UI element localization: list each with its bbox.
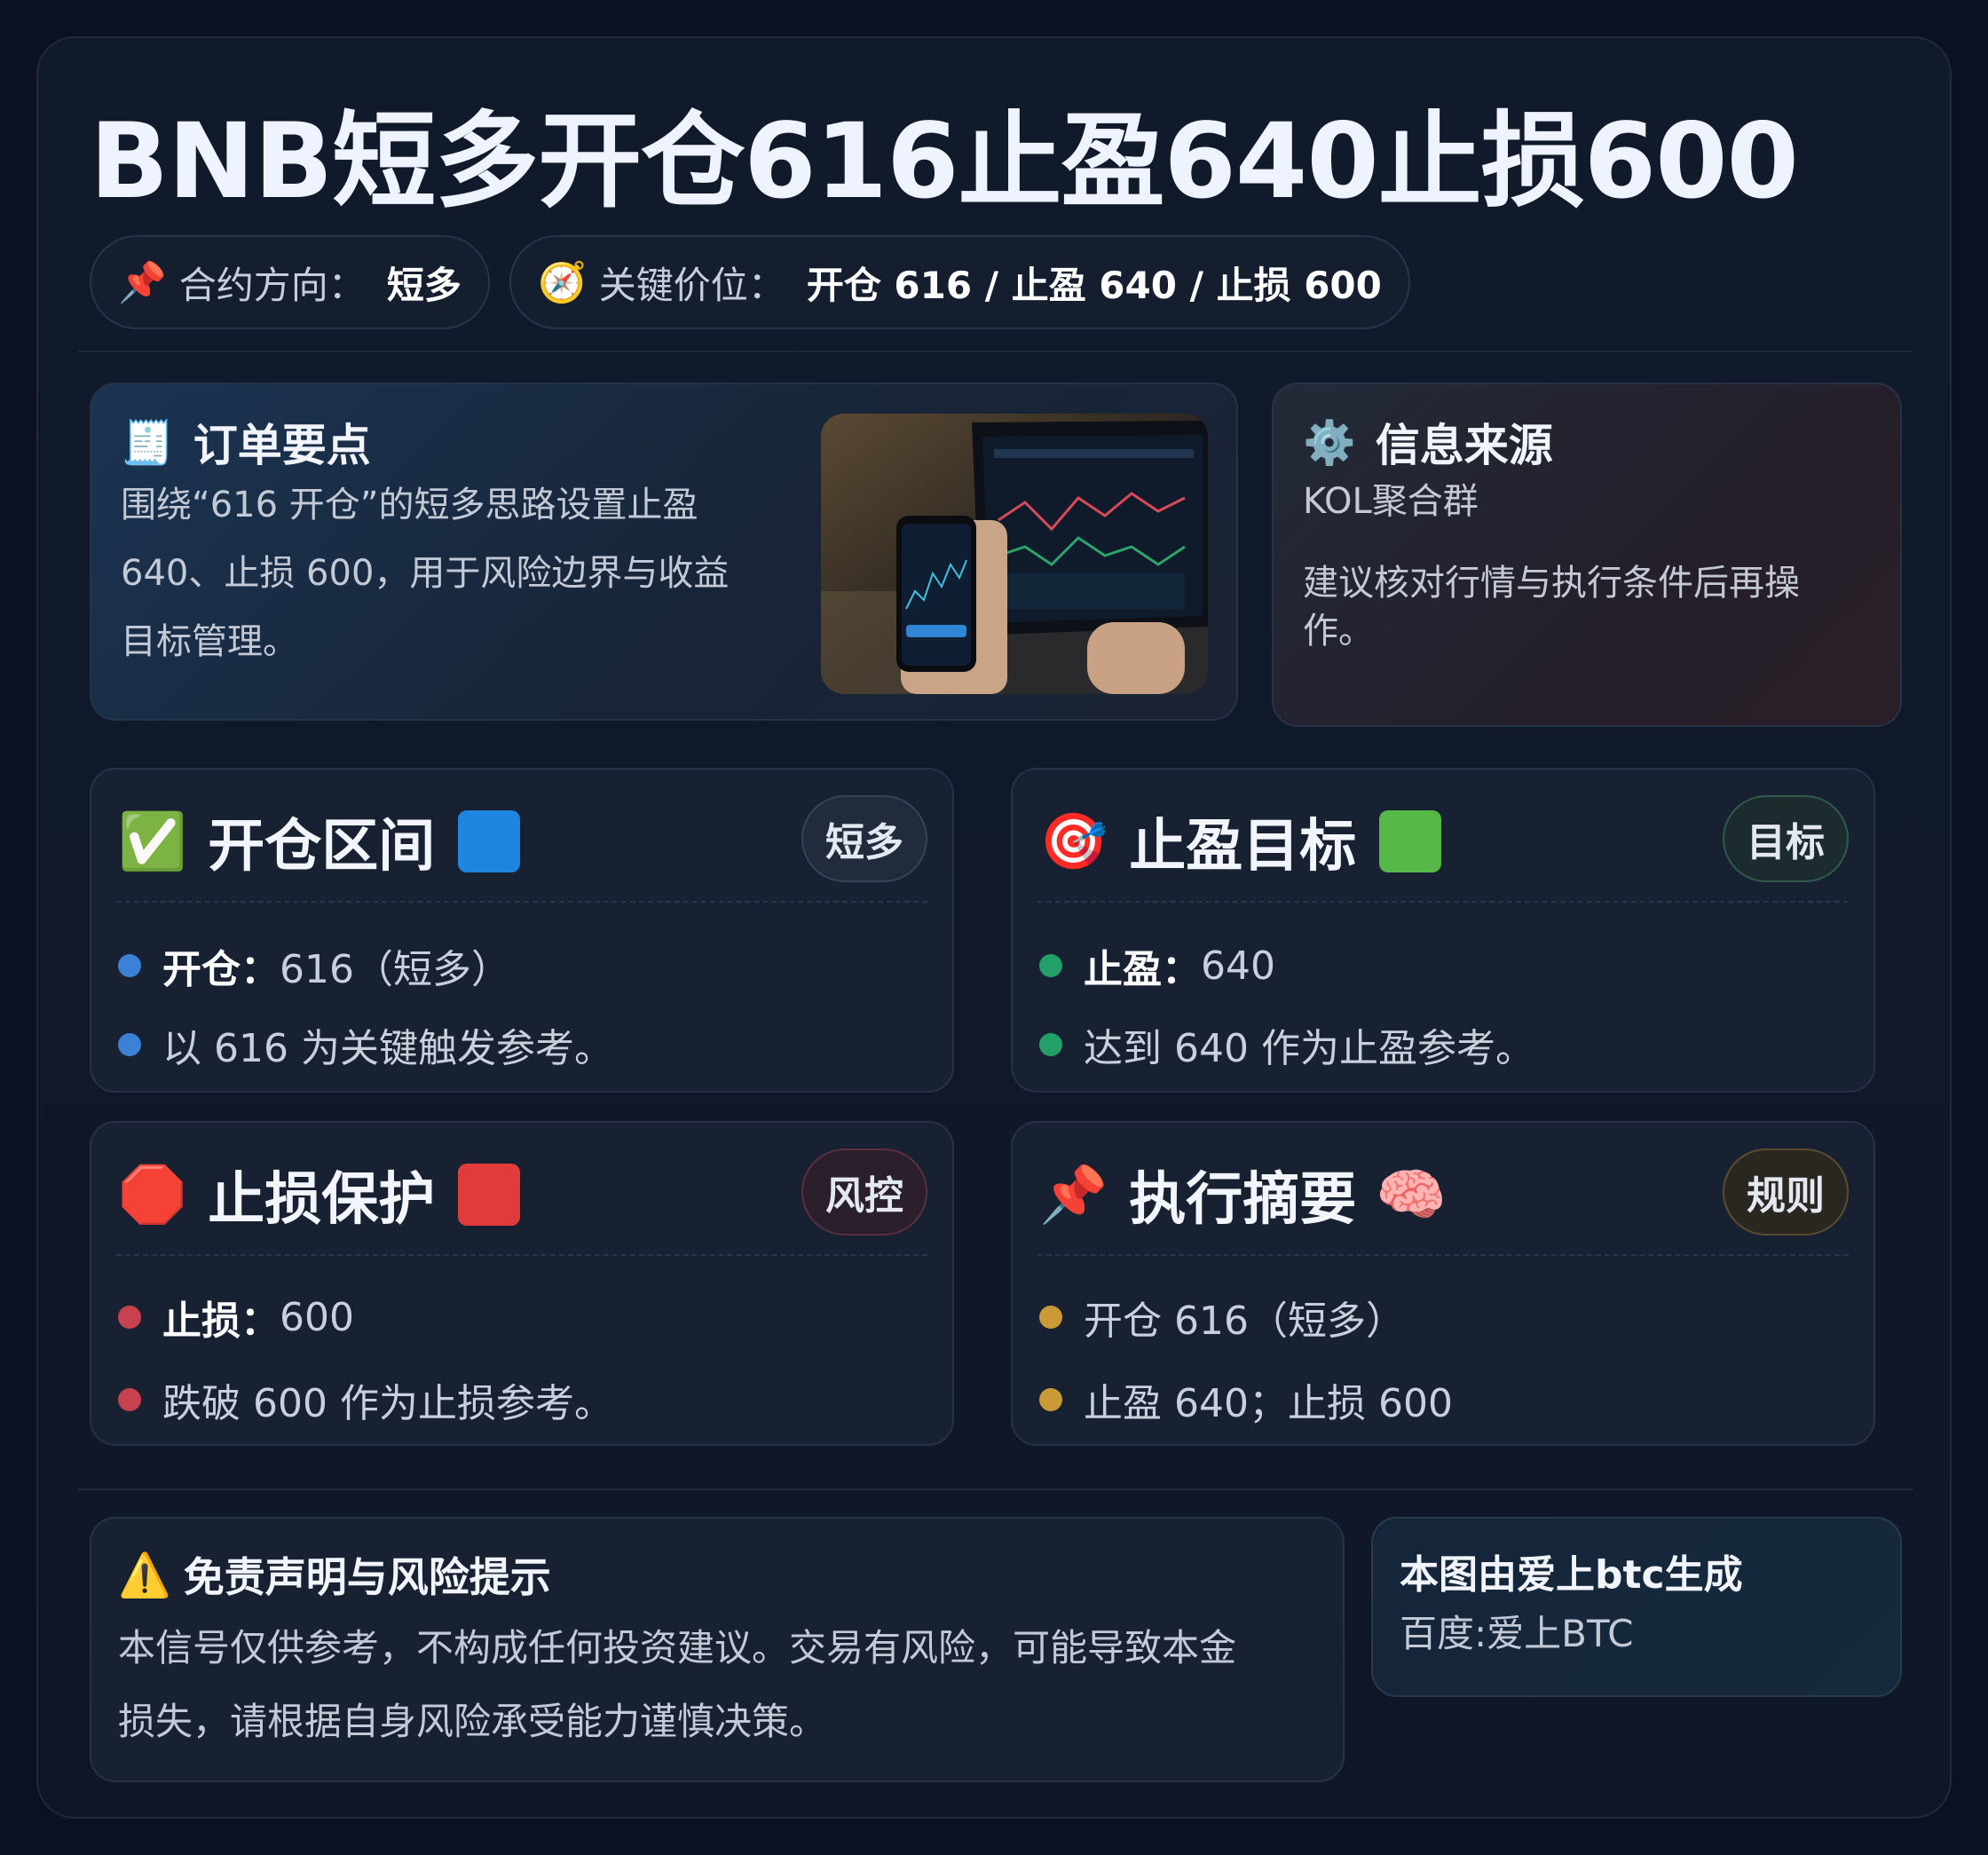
credit-subtitle: 百度:爱上BTC [1400,1612,1634,1655]
key-price-value: 开仓 616 / 止盈 640 / 止损 600 [806,263,1382,307]
divider-top [78,351,1913,352]
stop-loss-badge: 风控 [801,1149,927,1235]
entry-bullet: 开仓： 616（短多） [118,935,510,997]
stop-loss-title: 🛑 止损保护 [118,1155,521,1235]
source-note: 建议核对行情与执行条件后再操 作。 [1303,559,1871,655]
info-source-card: ⚙️ 信息来源 KOL聚合群 建议核对行情与执行条件后再操 作。 [1272,383,1902,727]
stop-loss-value: 600 [280,1294,354,1340]
bullet-dot [118,954,141,977]
take-profit-badge: 目标 [1723,795,1849,882]
execution-summary-badge: 规则 [1723,1149,1849,1235]
compass-icon: 🧭 [538,260,587,305]
source-note-line: 建议核对行情与执行条件后再操 [1303,563,1800,604]
take-profit-bullet: 止盈： 640 [1039,935,1275,997]
check-mark-icon: ✅ [118,809,187,873]
summary-bullet: 止盈 640；止损 600 [1039,1369,1453,1431]
disclaimer-text: 本信号仅供参考，不构成任何投资建议。交易有风险，可能导致本金 损失，请根据自身风… [118,1611,1325,1758]
gear-icon: ⚙️ [1303,417,1356,468]
order-summary-card: 🧾 订单要点 围绕“616 开仓”的短多思路设置止盈 640、止损 600，用于… [90,383,1238,721]
source-name: KOL聚合群 [1303,481,1479,522]
summary-targets: 止盈 640；止损 600 [1084,1381,1453,1426]
order-title: 🧾 订单要点 [121,411,371,473]
execution-summary-title-text: 执行摘要 [1129,1167,1357,1233]
divider [116,1254,927,1256]
trading-illustration [821,414,1208,694]
order-description: 围绕“616 开仓”的短多思路设置止盈 640、止损 600，用于风险边界与收益… [121,471,795,676]
credit-card: 本图由爱上btc生成 百度:爱上BTC [1371,1517,1902,1697]
execution-summary-title: 📌 执行摘要 🧠 [1039,1155,1447,1235]
entry-note: 以 616 为关键触发参考。 [162,1026,613,1071]
warning-icon: ⚠️ [118,1550,171,1600]
main-panel: BNB短多开仓616止盈640止损600 📌 合约方向： 短多 🧭 关键价位： … [36,36,1952,1819]
stop-loss-bullet: 止损： 600 [118,1286,354,1348]
entry-zone-card: ✅ 开仓区间 短多 开仓： 616（短多） 以 616 为关键触发参考。 [90,768,954,1093]
order-title-text: 订单要点 [193,420,371,471]
take-profit-bullet: 达到 640 作为止盈参考。 [1039,1014,1534,1076]
disclaimer-card: ⚠️ 免责声明与风险提示 本信号仅供参考，不构成任何投资建议。交易有风险，可能导… [90,1517,1345,1782]
key-price-pill: 🧭 关键价位： 开仓 616 / 止盈 640 / 止损 600 [509,235,1410,329]
stop-loss-card: 🛑 止损保护 风控 止损： 600 跌破 600 作为止损参考。 [90,1121,954,1446]
bullet-dot [118,1388,141,1411]
bullet-dot [118,1306,141,1329]
take-profit-label: 止盈： [1084,947,1201,992]
entry-zone-badge: 短多 [801,795,927,882]
disclaimer-title-text: 免责声明与风险提示 [183,1553,551,1601]
red-square-icon [458,1164,521,1226]
disclaimer-title: ⚠️ 免责声明与风险提示 [118,1543,551,1606]
disclaimer-line: 本信号仅供参考，不构成任何投资建议。交易有风险，可能导致本金 [118,1626,1237,1670]
summary-entry: 开仓 616（短多） [1084,1298,1405,1344]
divider-bottom [78,1488,1913,1490]
order-line: 围绕“616 开仓”的短多思路设置止盈 [121,485,698,525]
brain-icon: 🧠 [1376,1162,1447,1228]
stop-loss-bullet: 跌破 600 作为止损参考。 [118,1369,613,1431]
direction-pill: 📌 合约方向： 短多 [90,235,490,329]
trading-photo [821,414,1208,694]
divider [1037,1254,1849,1256]
order-line: 640、止损 600，用于风险边界与收益 [121,553,730,594]
disclaimer-line: 损失，请根据自身风险承受能力谨慎决策。 [118,1700,827,1743]
divider [1037,901,1849,903]
entry-zone-title: ✅ 开仓区间 [118,801,521,881]
direction-label: 合约方向： [178,263,366,307]
source-title: ⚙️ 信息来源 [1303,411,1553,473]
bullet-dot [1039,1388,1062,1411]
source-note-line: 作。 [1303,611,1374,651]
pushpin-icon: 📌 [1039,1162,1108,1227]
stop-loss-note: 跌破 600 作为止损参考。 [162,1381,613,1426]
bullet-dot [1039,1033,1062,1056]
pushpin-icon: 📌 [118,260,167,305]
credit-title: 本图由爱上btc生成 [1400,1552,1743,1598]
entry-zone-title-text: 开仓区间 [208,814,436,880]
bullet-dot [118,1033,141,1056]
stop-sign-icon: 🛑 [118,1162,187,1227]
take-profit-title-text: 止盈目标 [1129,814,1357,880]
direction-value: 短多 [386,263,462,307]
divider [116,901,927,903]
source-title-text: 信息来源 [1375,420,1553,471]
entry-value: 616（短多） [280,947,510,992]
bullet-dot [1039,954,1062,977]
key-price-label: 关键价位： [598,263,785,307]
stop-loss-label: 止损： [162,1298,280,1344]
green-square-icon [1379,810,1442,872]
blue-square-icon [458,810,521,872]
stop-loss-title-text: 止损保护 [208,1167,436,1233]
summary-bullet: 开仓 616（短多） [1039,1286,1405,1348]
entry-bullet: 以 616 为关键触发参考。 [118,1014,613,1076]
page-title: BNB短多开仓616止盈640止损600 [90,100,1799,222]
take-profit-note: 达到 640 作为止盈参考。 [1084,1026,1534,1071]
take-profit-card: 🎯 止盈目标 目标 止盈： 640 达到 640 作为止盈参考。 [1011,768,1875,1093]
bullet-dot [1039,1306,1062,1329]
entry-label: 开仓： [162,947,280,992]
take-profit-title: 🎯 止盈目标 [1039,801,1442,881]
order-line: 目标管理。 [121,621,298,662]
take-profit-value: 640 [1201,943,1275,989]
target-icon: 🎯 [1039,809,1108,873]
execution-summary-card: 📌 执行摘要 🧠 规则 开仓 616（短多） 止盈 640；止损 600 [1011,1121,1875,1446]
receipt-icon: 🧾 [121,417,174,468]
